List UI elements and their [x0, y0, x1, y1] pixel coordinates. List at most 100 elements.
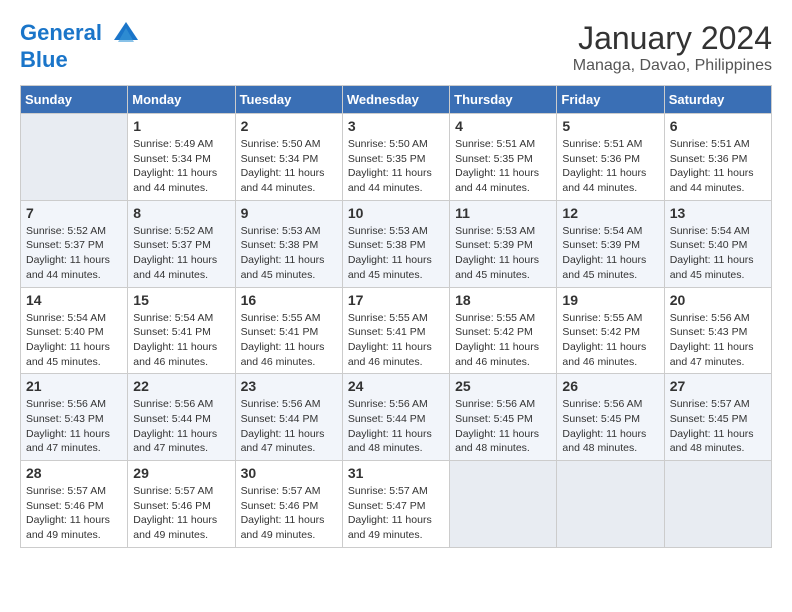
title-block: January 2024 Managa, Davao, Philippines	[573, 20, 772, 75]
calendar-cell	[557, 461, 664, 548]
calendar-cell: 30 Sunrise: 5:57 AM Sunset: 5:46 PM Dayli…	[235, 461, 342, 548]
page-header: General Blue January 2024 Managa, Davao,…	[20, 20, 772, 75]
day-info: Sunrise: 5:57 AM Sunset: 5:46 PM Dayligh…	[241, 484, 337, 543]
logo-blue: Blue	[20, 48, 140, 72]
day-number: 21	[26, 378, 122, 394]
weekday-header-monday: Monday	[128, 86, 235, 114]
day-number: 31	[348, 465, 444, 481]
calendar-cell: 6 Sunrise: 5:51 AM Sunset: 5:36 PM Daylig…	[664, 114, 771, 201]
day-number: 15	[133, 292, 229, 308]
calendar-cell: 15 Sunrise: 5:54 AM Sunset: 5:41 PM Dayli…	[128, 287, 235, 374]
day-number: 16	[241, 292, 337, 308]
calendar-cell: 29Sunrise: 5:57 AM Sunset: 5:46 PM Dayli…	[128, 461, 235, 548]
day-info: Sunrise: 5:56 AM Sunset: 5:44 PM Dayligh…	[241, 397, 337, 456]
calendar-week-row: 14Sunrise: 5:54 AM Sunset: 5:40 PM Dayli…	[21, 287, 772, 374]
day-info: Sunrise: 5:57 AM Sunset: 5:47 PM Dayligh…	[348, 484, 444, 543]
location: Managa, Davao, Philippines	[573, 57, 772, 75]
day-info: Sunrise: 5:55 AM Sunset: 5:42 PM Dayligh…	[455, 311, 551, 370]
day-number: 8	[133, 205, 229, 221]
day-info: Sunrise: 5:57 AM Sunset: 5:45 PM Dayligh…	[670, 397, 766, 456]
calendar-cell: 12 Sunrise: 5:54 AM Sunset: 5:39 PM Dayli…	[557, 200, 664, 287]
calendar-cell: 18 Sunrise: 5:55 AM Sunset: 5:42 PM Dayli…	[450, 287, 557, 374]
day-number: 12	[562, 205, 658, 221]
calendar-cell: 16 Sunrise: 5:55 AM Sunset: 5:41 PM Dayli…	[235, 287, 342, 374]
calendar-cell: 8 Sunrise: 5:52 AM Sunset: 5:37 PM Daylig…	[128, 200, 235, 287]
day-number: 4	[455, 118, 551, 134]
day-number: 9	[241, 205, 337, 221]
calendar-cell: 3Sunrise: 5:50 AM Sunset: 5:35 PM Daylig…	[342, 114, 449, 201]
day-info: Sunrise: 5:51 AM Sunset: 5:36 PM Dayligh…	[670, 137, 766, 196]
day-number: 27	[670, 378, 766, 394]
calendar-cell: 22Sunrise: 5:56 AM Sunset: 5:44 PM Dayli…	[128, 374, 235, 461]
weekday-header-wednesday: Wednesday	[342, 86, 449, 114]
day-info: Sunrise: 5:54 AM Sunset: 5:40 PM Dayligh…	[670, 224, 766, 283]
day-info: Sunrise: 5:51 AM Sunset: 5:35 PM Dayligh…	[455, 137, 551, 196]
day-number: 11	[455, 205, 551, 221]
day-info: Sunrise: 5:49 AM Sunset: 5:34 PM Dayligh…	[133, 137, 229, 196]
weekday-header-saturday: Saturday	[664, 86, 771, 114]
calendar-cell: 11 Sunrise: 5:53 AM Sunset: 5:39 PM Dayli…	[450, 200, 557, 287]
day-info: Sunrise: 5:55 AM Sunset: 5:42 PM Dayligh…	[562, 311, 658, 370]
calendar-cell: 25 Sunrise: 5:56 AM Sunset: 5:45 PM Dayli…	[450, 374, 557, 461]
calendar-cell: 7 Sunrise: 5:52 AM Sunset: 5:37 PM Daylig…	[21, 200, 128, 287]
day-number: 24	[348, 378, 444, 394]
calendar-week-row: 7 Sunrise: 5:52 AM Sunset: 5:37 PM Daylig…	[21, 200, 772, 287]
day-number: 13	[670, 205, 766, 221]
day-number: 1	[133, 118, 229, 134]
calendar-cell: 20 Sunrise: 5:56 AM Sunset: 5:43 PM Dayli…	[664, 287, 771, 374]
calendar-table: SundayMondayTuesdayWednesdayThursdayFrid…	[20, 85, 772, 548]
day-number: 29	[133, 465, 229, 481]
calendar-cell: 4 Sunrise: 5:51 AM Sunset: 5:35 PM Daylig…	[450, 114, 557, 201]
day-info: Sunrise: 5:57 AM Sunset: 5:46 PM Dayligh…	[26, 484, 122, 543]
calendar-cell: 26Sunrise: 5:56 AM Sunset: 5:45 PM Dayli…	[557, 374, 664, 461]
month-title: January 2024	[573, 20, 772, 57]
day-number: 25	[455, 378, 551, 394]
calendar-cell	[664, 461, 771, 548]
day-info: Sunrise: 5:53 AM Sunset: 5:38 PM Dayligh…	[348, 224, 444, 283]
day-number: 7	[26, 205, 122, 221]
calendar-cell: 28 Sunrise: 5:57 AM Sunset: 5:46 PM Dayli…	[21, 461, 128, 548]
calendar-header-row: SundayMondayTuesdayWednesdayThursdayFrid…	[21, 86, 772, 114]
weekday-header-sunday: Sunday	[21, 86, 128, 114]
weekday-header-friday: Friday	[557, 86, 664, 114]
calendar-cell: 21Sunrise: 5:56 AM Sunset: 5:43 PM Dayli…	[21, 374, 128, 461]
calendar-cell: 31 Sunrise: 5:57 AM Sunset: 5:47 PM Dayli…	[342, 461, 449, 548]
day-number: 6	[670, 118, 766, 134]
day-number: 19	[562, 292, 658, 308]
day-number: 20	[670, 292, 766, 308]
day-info: Sunrise: 5:53 AM Sunset: 5:38 PM Dayligh…	[241, 224, 337, 283]
day-number: 10	[348, 205, 444, 221]
logo: General Blue	[20, 20, 140, 72]
day-number: 14	[26, 292, 122, 308]
calendar-cell	[450, 461, 557, 548]
calendar-cell: 14Sunrise: 5:54 AM Sunset: 5:40 PM Dayli…	[21, 287, 128, 374]
calendar-cell: 19 Sunrise: 5:55 AM Sunset: 5:42 PM Dayli…	[557, 287, 664, 374]
day-info: Sunrise: 5:56 AM Sunset: 5:45 PM Dayligh…	[455, 397, 551, 456]
day-info: Sunrise: 5:56 AM Sunset: 5:44 PM Dayligh…	[348, 397, 444, 456]
day-info: Sunrise: 5:50 AM Sunset: 5:34 PM Dayligh…	[241, 137, 337, 196]
day-info: Sunrise: 5:53 AM Sunset: 5:39 PM Dayligh…	[455, 224, 551, 283]
day-number: 17	[348, 292, 444, 308]
day-number: 28	[26, 465, 122, 481]
calendar-cell	[21, 114, 128, 201]
calendar-week-row: 21Sunrise: 5:56 AM Sunset: 5:43 PM Dayli…	[21, 374, 772, 461]
day-info: Sunrise: 5:56 AM Sunset: 5:45 PM Dayligh…	[562, 397, 658, 456]
day-number: 3	[348, 118, 444, 134]
day-info: Sunrise: 5:51 AM Sunset: 5:36 PM Dayligh…	[562, 137, 658, 196]
day-info: Sunrise: 5:56 AM Sunset: 5:43 PM Dayligh…	[670, 311, 766, 370]
day-info: Sunrise: 5:52 AM Sunset: 5:37 PM Dayligh…	[26, 224, 122, 283]
day-number: 30	[241, 465, 337, 481]
day-number: 23	[241, 378, 337, 394]
day-info: Sunrise: 5:54 AM Sunset: 5:41 PM Dayligh…	[133, 311, 229, 370]
day-info: Sunrise: 5:55 AM Sunset: 5:41 PM Dayligh…	[241, 311, 337, 370]
day-info: Sunrise: 5:52 AM Sunset: 5:37 PM Dayligh…	[133, 224, 229, 283]
logo-text: General	[20, 20, 140, 48]
day-number: 18	[455, 292, 551, 308]
calendar-cell: 9 Sunrise: 5:53 AM Sunset: 5:38 PM Daylig…	[235, 200, 342, 287]
calendar-cell: 13 Sunrise: 5:54 AM Sunset: 5:40 PM Dayli…	[664, 200, 771, 287]
day-info: Sunrise: 5:54 AM Sunset: 5:39 PM Dayligh…	[562, 224, 658, 283]
calendar-cell: 1 Sunrise: 5:49 AM Sunset: 5:34 PM Daylig…	[128, 114, 235, 201]
day-number: 2	[241, 118, 337, 134]
day-number: 22	[133, 378, 229, 394]
calendar-cell: 17Sunrise: 5:55 AM Sunset: 5:41 PM Dayli…	[342, 287, 449, 374]
